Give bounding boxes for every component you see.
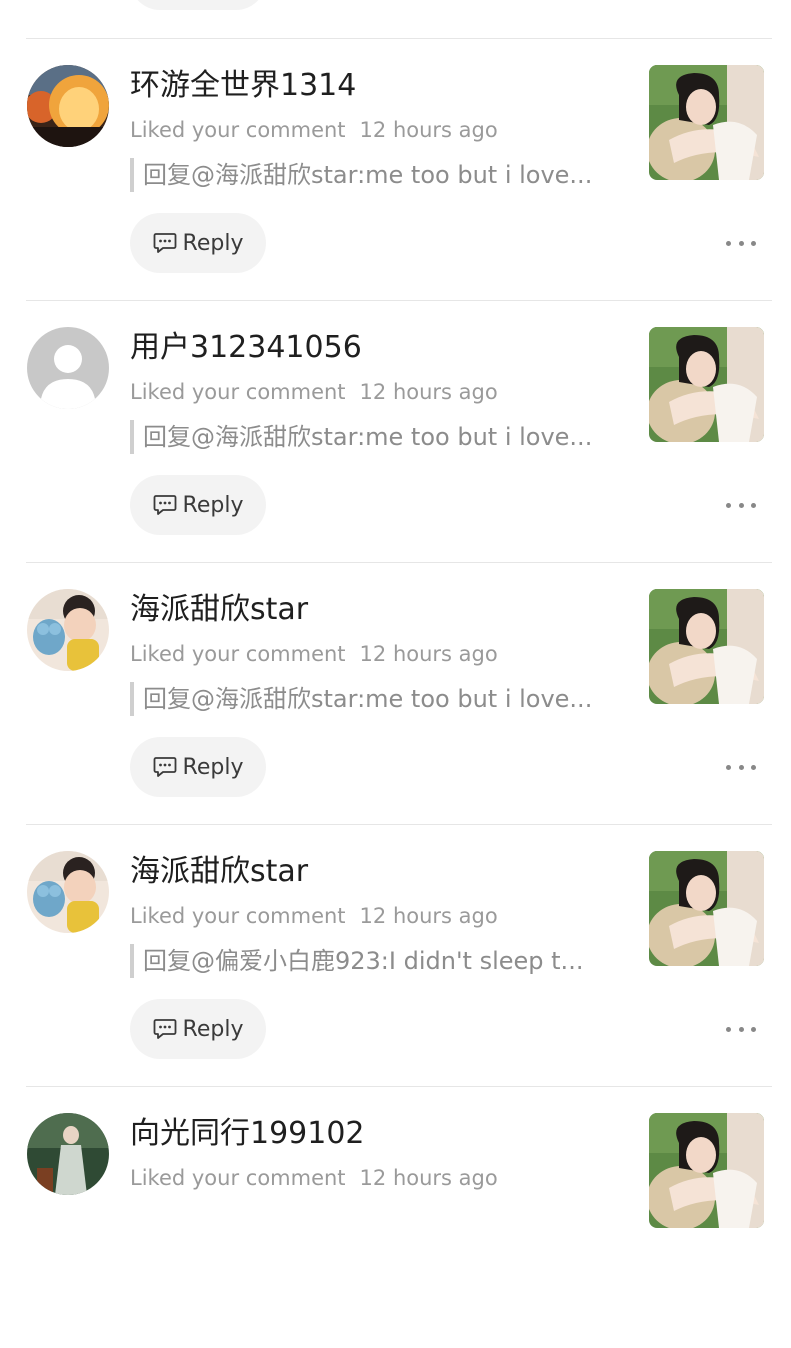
- dot: [726, 1026, 731, 1032]
- notification-item[interactable]: 用户312341056 Liked your comment 12 hours a…: [0, 300, 791, 562]
- dot: [726, 764, 731, 770]
- more-options-button[interactable]: [726, 231, 756, 255]
- timestamp: 12 hours ago: [359, 118, 498, 142]
- comment-quote[interactable]: 回复@海派甜欣star:me too but i love...: [130, 682, 610, 716]
- username[interactable]: 向光同行199102: [130, 1114, 365, 1154]
- username[interactable]: 用户312341056: [130, 328, 362, 368]
- timestamp: 12 hours ago: [359, 380, 498, 404]
- more-options-button[interactable]: [726, 755, 756, 779]
- comment-icon: [153, 233, 176, 253]
- dot: [726, 502, 731, 508]
- notification-meta: Liked your comment 12 hours ago: [130, 115, 498, 145]
- woman-portrait-photo: [649, 589, 764, 704]
- dot: [751, 1026, 756, 1032]
- avatar[interactable]: [27, 1113, 109, 1195]
- dot: [738, 502, 744, 508]
- notification-meta: Liked your comment 12 hours ago: [130, 901, 498, 931]
- comment-icon: [153, 1019, 176, 1039]
- comment-quote[interactable]: 回复@偏爱小白鹿923:I didn't sleep t...: [130, 944, 610, 978]
- notification-meta: Liked your comment 12 hours ago: [130, 639, 498, 669]
- timestamp: 12 hours ago: [359, 1166, 498, 1190]
- timestamp: 12 hours ago: [359, 642, 498, 666]
- dot: [751, 502, 756, 508]
- notification-item[interactable]: 海派甜欣star Liked your comment 12 hours ago …: [0, 824, 791, 1086]
- comment-quote[interactable]: 回复@海派甜欣star:me too but i love...: [130, 158, 610, 192]
- action-text: Liked your comment: [130, 642, 346, 666]
- liked-post-thumbnail[interactable]: [649, 327, 764, 442]
- reply-label: Reply: [182, 492, 244, 518]
- more-options-button[interactable]: [726, 1017, 756, 1041]
- default-user-icon: [27, 327, 109, 409]
- username[interactable]: 环游全世界1314: [130, 66, 356, 106]
- username[interactable]: 海派甜欣star: [130, 590, 308, 630]
- timestamp: 12 hours ago: [359, 904, 498, 928]
- action-text: Liked your comment: [130, 1166, 346, 1190]
- reply-label: Reply: [182, 230, 244, 256]
- avatar[interactable]: [27, 327, 109, 409]
- liked-post-thumbnail[interactable]: [649, 851, 764, 966]
- reply-label: Reply: [182, 1016, 244, 1042]
- avatar[interactable]: [27, 65, 109, 147]
- comment-quote[interactable]: 回复@海派甜欣star:me too but i love...: [130, 420, 610, 454]
- notification-item[interactable]: 环游全世界1314 Liked your comment 12 hours ago…: [0, 38, 791, 300]
- person-in-garden-photo: [27, 1113, 109, 1195]
- liked-post-thumbnail[interactable]: [649, 589, 764, 704]
- action-text: Liked your comment: [130, 904, 346, 928]
- notification-item[interactable]: 海派甜欣star Liked your comment 12 hours ago …: [0, 562, 791, 824]
- dot: [738, 1026, 744, 1032]
- previous-reply-button[interactable]: [130, 0, 266, 10]
- avatar[interactable]: [27, 589, 109, 671]
- dot: [726, 240, 731, 246]
- liked-post-thumbnail[interactable]: [649, 1113, 764, 1228]
- comment-icon: [153, 757, 176, 777]
- username[interactable]: 海派甜欣star: [130, 852, 308, 892]
- dot: [751, 764, 756, 770]
- liked-post-thumbnail[interactable]: [649, 65, 764, 180]
- child-with-toy-photo: [27, 851, 109, 933]
- woman-portrait-photo: [649, 327, 764, 442]
- woman-portrait-photo: [649, 851, 764, 966]
- action-text: Liked your comment: [130, 118, 346, 142]
- woman-portrait-photo: [649, 65, 764, 180]
- dot: [751, 240, 756, 246]
- reply-button[interactable]: Reply: [130, 999, 266, 1059]
- avatar[interactable]: [27, 851, 109, 933]
- reply-button[interactable]: Reply: [130, 737, 266, 797]
- notification-meta: Liked your comment 12 hours ago: [130, 377, 498, 407]
- action-text: Liked your comment: [130, 380, 346, 404]
- hot-air-balloon-photo: [27, 65, 109, 147]
- reply-button[interactable]: Reply: [130, 213, 266, 273]
- notification-meta: Liked your comment 12 hours ago: [130, 1163, 498, 1193]
- child-with-toy-photo: [27, 589, 109, 671]
- notification-item[interactable]: 向光同行199102 Liked your comment 12 hours ag…: [0, 1086, 791, 1348]
- dot: [738, 764, 744, 770]
- woman-portrait-photo: [649, 1113, 764, 1228]
- reply-label: Reply: [182, 754, 244, 780]
- reply-button[interactable]: Reply: [130, 475, 266, 535]
- more-options-button[interactable]: [726, 493, 756, 517]
- comment-icon: [153, 495, 176, 515]
- dot: [738, 240, 744, 246]
